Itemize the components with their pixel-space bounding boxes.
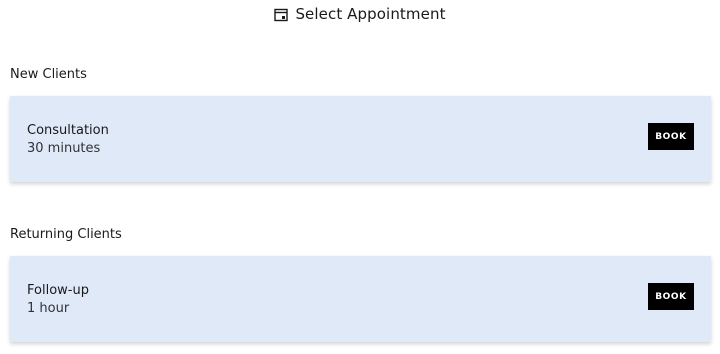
- section-title-new-clients: New Clients: [10, 67, 87, 82]
- appointment-duration: 30 minutes: [27, 141, 101, 156]
- appointment-card-consultation: Consultation 30 minutes BOOK: [10, 96, 711, 182]
- appointment-card-follow-up: Follow-up 1 hour BOOK: [10, 256, 711, 342]
- section-title-returning-clients: Returning Clients: [10, 227, 122, 242]
- book-follow-up-button[interactable]: BOOK: [648, 283, 694, 310]
- appointment-name: Follow-up: [27, 283, 89, 298]
- page-header: Select Appointment: [0, 0, 720, 28]
- calendar-icon: [274, 7, 289, 22]
- page-title: Select Appointment: [295, 5, 446, 23]
- book-consultation-button[interactable]: BOOK: [648, 123, 694, 150]
- appointment-name: Consultation: [27, 123, 109, 138]
- appointment-duration: 1 hour: [27, 301, 70, 316]
